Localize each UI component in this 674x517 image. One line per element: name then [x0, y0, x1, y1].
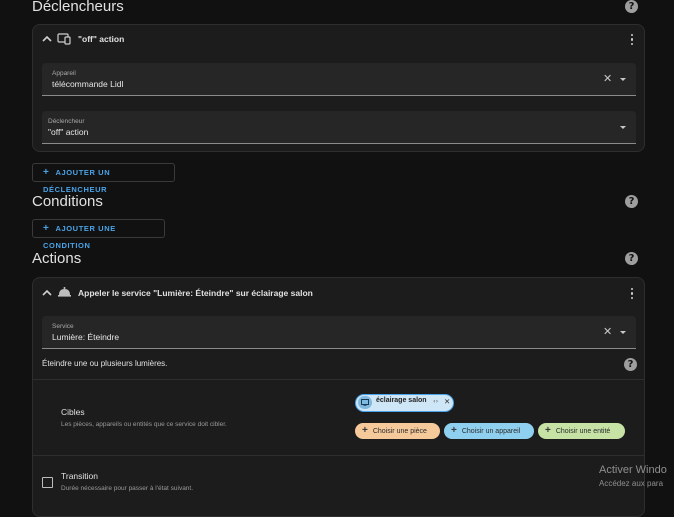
device-field-value: télécommande Lidl	[52, 79, 124, 89]
light-entity-icon	[358, 396, 372, 409]
choose-room-button[interactable]: + Choisir une pièce	[355, 423, 440, 439]
target-chip-eclairage-salon[interactable]: éclairage salon ‹› ✕	[355, 394, 454, 412]
choose-device-button[interactable]: + Choisir un appareil	[444, 423, 534, 439]
action-card: Appeler le service "Lumière: Éteindre" s…	[32, 277, 645, 517]
choose-entity-button[interactable]: + Choisir une entité	[538, 423, 625, 439]
chevron-up-icon[interactable]	[41, 34, 53, 44]
help-icon[interactable]: ?	[624, 358, 637, 371]
actions-title: Actions	[32, 250, 82, 267]
dropdown-arrow-icon[interactable]	[620, 126, 626, 129]
service-description: Éteindre une ou plusieurs lumières.	[42, 359, 168, 368]
service-bell-icon	[58, 287, 71, 297]
chevron-up-icon[interactable]	[41, 288, 53, 298]
service-field-label: Service	[52, 323, 74, 330]
plus-icon: +	[545, 425, 551, 436]
more-vert-icon[interactable]	[630, 288, 634, 300]
action-card-header[interactable]: Appeler le service "Lumière: Éteindre" s…	[33, 278, 644, 308]
choose-room-label: Choisir une pièce	[372, 428, 427, 435]
trigger-field-value: "off" action	[48, 127, 89, 137]
add-trigger-label: AJOUTER UN DÉCLENCHEUR	[43, 168, 111, 194]
plus-icon: +	[43, 167, 50, 178]
targets-label: Cibles	[61, 407, 85, 417]
service-field[interactable]: Service Lumière: Éteindre ✕	[42, 316, 636, 349]
add-condition-label: AJOUTER UNE CONDITION	[43, 224, 116, 250]
transition-hint: Durée nécessaire pour passer à l'état su…	[61, 485, 194, 492]
transition-checkbox[interactable]	[42, 477, 53, 488]
transition-label: Transition	[61, 471, 99, 481]
plus-icon: +	[451, 425, 457, 436]
device-field[interactable]: Appareil télécommande Lidl ✕	[42, 63, 636, 96]
remove-chip-icon[interactable]: ✕	[444, 397, 450, 406]
trigger-card: "off" action Appareil télécommande Lidl …	[32, 24, 645, 152]
device-field-label: Appareil	[52, 70, 76, 77]
dropdown-arrow-icon[interactable]	[620, 78, 626, 81]
choose-device-label: Choisir un appareil	[461, 428, 521, 435]
help-icon[interactable]: ?	[625, 252, 638, 265]
targets-hint: Les pièces, appareils ou entités que ce …	[61, 421, 227, 428]
more-vert-icon[interactable]	[630, 34, 634, 46]
trigger-card-header[interactable]: "off" action	[33, 25, 644, 55]
trigger-card-title: "off" action	[78, 34, 125, 44]
trigger-field[interactable]: Déclencheur "off" action	[42, 111, 636, 144]
windows-activation-title: Activer Windo	[599, 464, 667, 476]
triggers-title: Déclencheurs	[32, 0, 124, 15]
trigger-field-label: Déclencheur	[48, 118, 85, 125]
divider	[33, 379, 644, 380]
choose-entity-label: Choisir une entité	[555, 428, 611, 435]
clear-icon[interactable]: ✕	[603, 325, 612, 338]
help-icon[interactable]: ?	[625, 195, 638, 208]
conditions-title: Conditions	[32, 193, 103, 210]
target-chip-label: éclairage salon	[376, 397, 427, 404]
plus-icon: +	[362, 425, 368, 436]
clear-icon[interactable]: ✕	[603, 72, 612, 85]
divider	[33, 455, 644, 456]
plus-icon: +	[43, 223, 50, 234]
help-icon[interactable]: ?	[625, 0, 638, 13]
add-condition-button[interactable]: + AJOUTER UNE CONDITION	[32, 219, 165, 250]
service-field-value: Lumière: Éteindre	[52, 332, 120, 342]
windows-activation-subtitle: Accédez aux para	[599, 479, 664, 488]
action-card-title: Appeler le service "Lumière: Éteindre" s…	[78, 288, 313, 298]
device-icon	[57, 33, 71, 45]
dropdown-arrow-icon[interactable]	[620, 331, 626, 334]
expand-icon[interactable]: ‹›	[433, 397, 438, 405]
add-trigger-button[interactable]: + AJOUTER UN DÉCLENCHEUR	[32, 163, 175, 194]
